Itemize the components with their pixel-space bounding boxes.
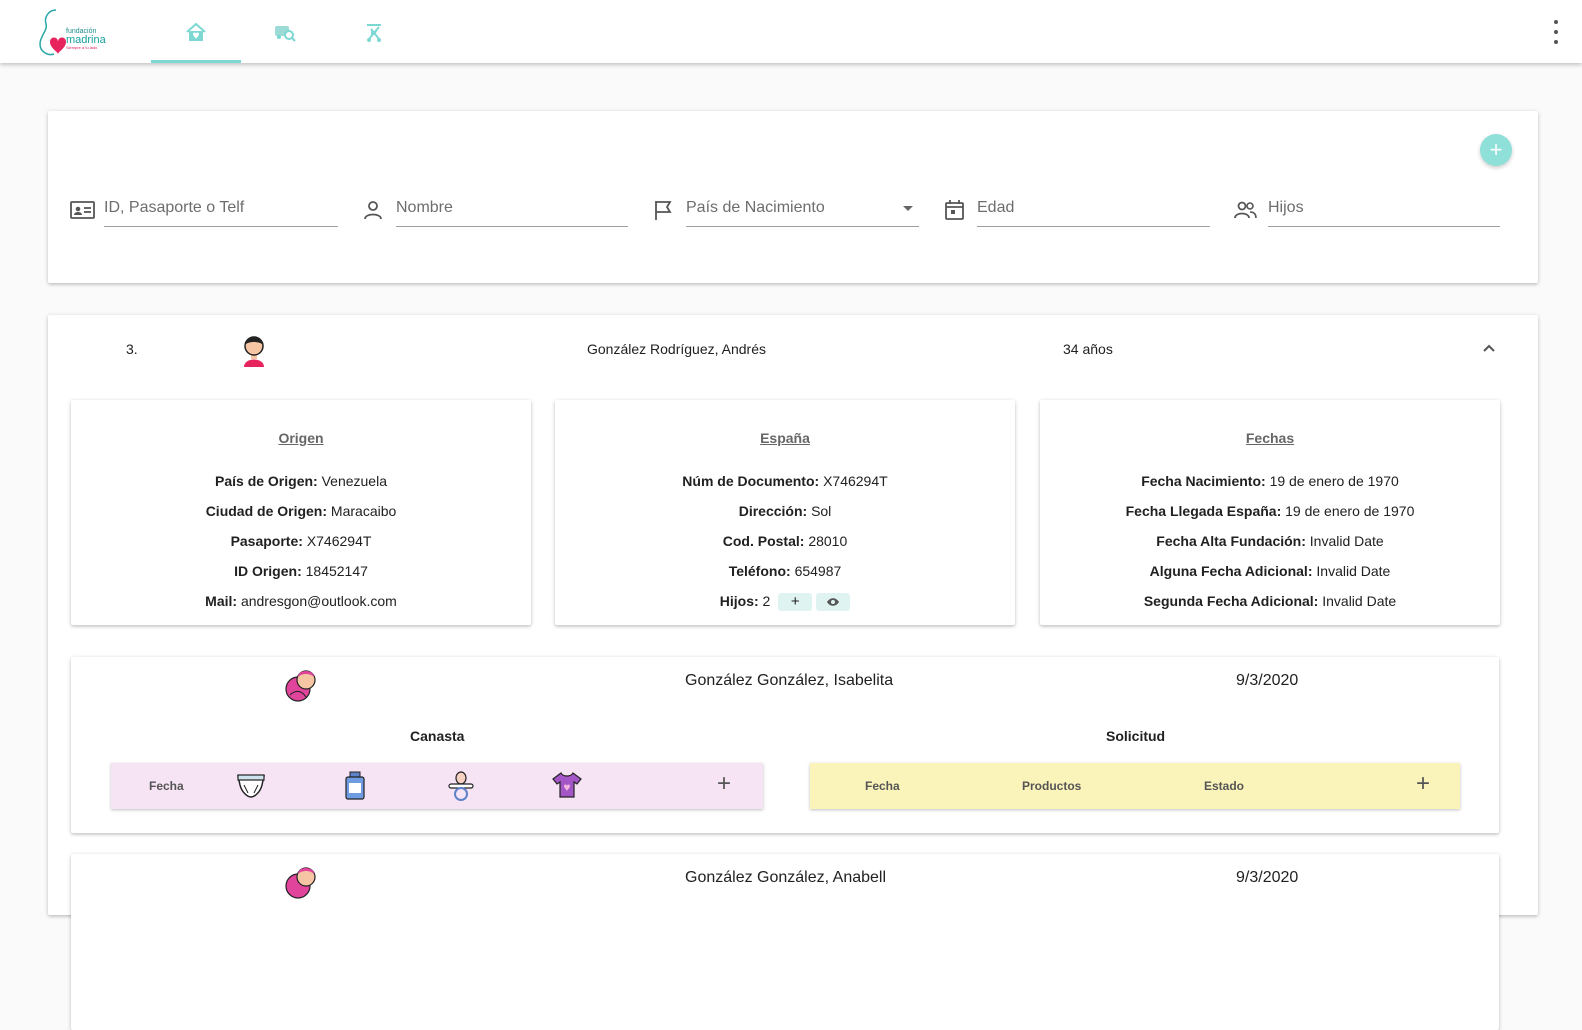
add-person-button[interactable]: +: [1480, 134, 1512, 166]
dates-title: Fechas: [1245, 430, 1295, 446]
onesie-icon: [552, 772, 582, 798]
country-select[interactable]: País de Nacimiento: [652, 193, 919, 227]
chevron-up-icon[interactable]: [1482, 343, 1496, 353]
children-count-label: Hijos:: [719, 593, 759, 609]
solicitud-products-header: Productos: [1022, 779, 1082, 793]
child-card: González González, Isabelita 9/3/2020 Ca…: [71, 657, 1499, 833]
origin-city-label: Ciudad de Origen:: [205, 503, 328, 519]
person-expansion-panel: 3. González Rodríguez, Andrés 34 años Or…: [48, 315, 1538, 1030]
id-card-icon: [70, 201, 95, 219]
child-name: González González, Anabell: [685, 869, 887, 886]
milk-bottle-icon: [345, 771, 365, 800]
origin-city-value: Maracaibo: [330, 503, 397, 519]
solicitud-status-header: Estado: [1204, 779, 1245, 793]
children-count-value: 2: [762, 593, 771, 609]
canasta-date-header: Fecha: [149, 779, 184, 793]
age-placeholder: Edad: [977, 199, 1015, 216]
doc-label: Núm de Documento:: [682, 473, 820, 489]
doc-value: X746294T: [823, 473, 888, 489]
child-name: González González, Isabelita: [685, 672, 894, 689]
phone-value: 654987: [794, 563, 842, 579]
tab-stroller[interactable]: [329, 0, 419, 63]
origin-id-value: 18452147: [305, 563, 368, 579]
country-placeholder: País de Nacimiento: [686, 199, 825, 216]
eye-icon: [827, 598, 840, 607]
people-icon: [1234, 201, 1257, 219]
extra-date-1-value: Invalid Date: [1316, 563, 1391, 579]
top-app-bar: fundación madrina Siempre a tu lado: [0, 0, 1582, 63]
id-field[interactable]: ID, Pasaporte o Telf: [70, 193, 338, 227]
id-placeholder: ID, Pasaporte o Telf: [104, 199, 245, 216]
canasta-table-header: Fecha +: [111, 763, 763, 809]
solicitud-date-header: Fecha: [865, 779, 900, 793]
person-name: González Rodríguez, Andrés: [587, 341, 766, 357]
dates-card: Fechas Fecha Nacimiento: 19 de enero de …: [1040, 400, 1500, 625]
man-avatar-icon: [244, 336, 264, 367]
address-label: Dirección:: [738, 503, 808, 519]
add-solicitud-button[interactable]: +: [1416, 772, 1430, 796]
mail-label: Mail:: [205, 593, 238, 609]
diaper-icon: [237, 774, 265, 798]
name-field[interactable]: Nombre: [362, 193, 628, 227]
tab-home[interactable]: [151, 0, 241, 63]
phone-label: Teléfono:: [728, 563, 791, 579]
view-children-button[interactable]: [816, 593, 851, 612]
origin-country-label: País de Origen:: [215, 473, 318, 489]
child-date: 9/3/2020: [1236, 869, 1299, 886]
signup-label: Fecha Alta Fundación:: [1156, 533, 1306, 549]
arrival-value: 19 de enero de 1970: [1285, 503, 1415, 519]
postal-label: Cod. Postal:: [722, 533, 805, 549]
spain-card: España Núm de Documento: X746294T Direcc…: [555, 400, 1015, 625]
search-van-icon: [275, 25, 296, 42]
canasta-title: Canasta: [410, 728, 465, 744]
child-date: 9/3/2020: [1236, 672, 1299, 689]
address-value: Sol: [811, 503, 832, 519]
extra-date-2-value: Invalid Date: [1322, 593, 1397, 609]
origin-title: Origen: [278, 430, 324, 446]
home-heart-icon: [186, 22, 206, 41]
baby-girl-icon: [285, 670, 316, 702]
spain-title: España: [760, 430, 810, 446]
passport-label: Pasaporte:: [230, 533, 303, 549]
logo-text: fundación madrina Siempre a tu lado: [66, 28, 106, 50]
add-child-button[interactable]: +: [778, 593, 813, 612]
add-canasta-button[interactable]: +: [717, 772, 731, 796]
birth-value: 19 de enero de 1970: [1269, 473, 1399, 489]
search-filter-card: + ID, Pasaporte o Telf Nombre País de Na…: [48, 111, 1538, 283]
flag-icon: [655, 201, 672, 220]
person-icon: [364, 201, 382, 220]
postal-value: 28010: [808, 533, 848, 549]
person-index: 3.: [126, 341, 138, 357]
tab-search-van[interactable]: [240, 0, 330, 63]
name-placeholder: Nombre: [396, 199, 453, 216]
mail-value: andresgon@outlook.com: [240, 593, 397, 609]
origin-card: Origen País de Origen: Venezuela Ciudad …: [71, 400, 531, 625]
origin-id-label: ID Origen:: [234, 563, 302, 579]
age-field[interactable]: Edad: [943, 193, 1210, 227]
arrival-label: Fecha Llegada España:: [1125, 503, 1282, 519]
children-placeholder: Hijos: [1268, 199, 1304, 216]
stroller-icon: [367, 23, 381, 42]
birth-label: Fecha Nacimiento:: [1141, 473, 1266, 489]
pacifier-icon: [448, 771, 474, 801]
origin-country-value: Venezuela: [321, 473, 387, 489]
calendar-icon: [945, 200, 964, 220]
person-age: 34 años: [1063, 341, 1113, 357]
children-field[interactable]: Hijos: [1234, 193, 1500, 227]
passport-value: X746294T: [306, 533, 372, 549]
fundacion-madrina-logo[interactable]: fundación madrina Siempre a tu lado: [36, 6, 116, 58]
extra-date-2-label: Segunda Fecha Adicional:: [1143, 593, 1319, 609]
signup-value: Invalid Date: [1309, 533, 1384, 549]
more-vert-icon[interactable]: [1548, 20, 1564, 44]
solicitud-table-header: Fecha Productos Estado +: [810, 763, 1460, 809]
baby-girl-icon: [285, 867, 316, 899]
extra-date-1-label: Alguna Fecha Adicional:: [1149, 563, 1313, 579]
dropdown-arrow-icon: [903, 206, 913, 211]
solicitud-title: Solicitud: [1106, 728, 1166, 744]
child-card: González González, Anabell 9/3/2020: [71, 854, 1499, 1030]
